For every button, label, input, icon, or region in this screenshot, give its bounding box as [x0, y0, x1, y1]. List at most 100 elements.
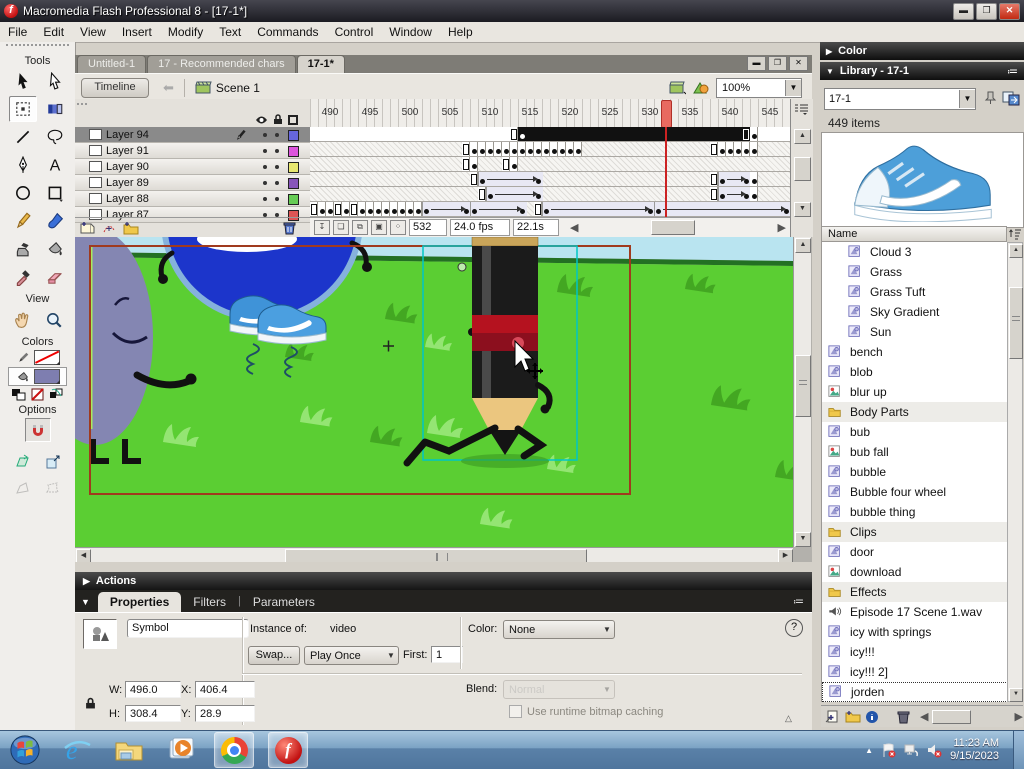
stage-vscroll-thumb[interactable]: [795, 355, 811, 417]
gradient-transform-tool-icon[interactable]: [41, 96, 69, 122]
pencil-tool-icon[interactable]: [9, 208, 37, 234]
library-item[interactable]: bench: [822, 342, 1008, 362]
snap-to-objects-magnet-icon[interactable]: [24, 418, 51, 442]
new-library-panel-icon[interactable]: [1002, 90, 1020, 106]
actions-panel-bar[interactable]: ▶ Actions: [75, 572, 812, 590]
document-tab[interactable]: Untitled-1: [77, 55, 147, 73]
onion-skin-outlines-icon[interactable]: ⧉: [352, 220, 368, 235]
volume-muted-icon[interactable]: [927, 743, 942, 758]
timeline-frames-row[interactable]: [310, 127, 790, 142]
tab-parameters[interactable]: Parameters: [241, 592, 327, 612]
scene-label[interactable]: Scene 1: [216, 81, 260, 95]
width-field[interactable]: 496.0: [125, 681, 181, 698]
layer-outline-color-swatch[interactable]: [288, 146, 299, 157]
menu-view[interactable]: View: [72, 23, 114, 41]
library-item[interactable]: blob: [822, 362, 1008, 382]
elapsed-time-field[interactable]: 22.1s: [513, 219, 559, 236]
timeline-vscroll-thumb[interactable]: [794, 157, 811, 181]
layer-name[interactable]: Layer 88: [106, 193, 202, 205]
scroll-up-icon[interactable]: ▲: [1009, 244, 1023, 258]
tab-properties[interactable]: Properties: [97, 592, 182, 612]
layer-outline-color-swatch[interactable]: [288, 162, 299, 173]
document-tab[interactable]: 17 - Recommended chars: [147, 55, 296, 73]
taskbar-file-explorer-icon[interactable]: [110, 733, 148, 767]
chevron-down-icon[interactable]: ▼: [785, 79, 801, 96]
library-item[interactable]: icy!!! 2]: [822, 662, 1008, 682]
menu-modify[interactable]: Modify: [160, 23, 211, 41]
eyedropper-tool-icon[interactable]: [9, 264, 37, 290]
item-properties-info-icon[interactable]: [865, 710, 879, 724]
color-panel-header[interactable]: ▶ Color: [820, 42, 1024, 60]
layer-lock-dot[interactable]: [275, 165, 279, 169]
modify-onion-markers-icon[interactable]: ⁘: [390, 220, 406, 235]
panel-menu-icon[interactable]: ≔: [793, 595, 804, 608]
library-item[interactable]: bubble thing: [822, 502, 1008, 522]
layer-visibility-dot[interactable]: [263, 165, 267, 169]
timeline-hscroll-thumb[interactable]: [651, 220, 696, 235]
layer-visibility-dot[interactable]: [263, 181, 267, 185]
edit-symbols-icon[interactable]: [692, 80, 710, 95]
library-scrollbar[interactable]: ▲ ▼: [1007, 242, 1023, 702]
scroll-up-icon[interactable]: ▲: [795, 238, 811, 253]
back-arrow-icon[interactable]: ⬅: [163, 80, 174, 96]
insert-layer-folder-icon[interactable]: [123, 221, 139, 235]
scale-icon[interactable]: [40, 450, 66, 474]
scroll-left-icon[interactable]: ◀: [76, 549, 91, 563]
document-tab[interactable]: 17-1*: [296, 55, 345, 73]
timeline-frame-rows[interactable]: [310, 127, 790, 217]
selection-tool-icon[interactable]: [9, 68, 37, 94]
symbol-thumbnail-button[interactable]: [83, 619, 117, 649]
library-item[interactable]: Cloud 3: [822, 242, 1008, 262]
free-transform-tool-icon[interactable]: [8, 96, 37, 122]
close-button[interactable]: ✕: [999, 2, 1020, 20]
stage-horizontal-scrollbar[interactable]: ◀ ▶: [75, 547, 793, 563]
first-frame-field[interactable]: 1: [431, 646, 463, 663]
layer-name[interactable]: Layer 90: [106, 161, 202, 173]
panel-grip[interactable]: [6, 44, 69, 52]
layer-visibility-dot[interactable]: [263, 149, 267, 153]
panel-menu-icon[interactable]: ≔: [1007, 65, 1018, 78]
library-item[interactable]: bubble: [822, 462, 1008, 482]
library-item[interactable]: bub fall: [822, 442, 1008, 462]
timeline-frames-row[interactable]: [310, 142, 790, 157]
library-item[interactable]: bub: [822, 422, 1008, 442]
taskbar-media-player-icon[interactable]: [162, 733, 200, 767]
timeline-ruler[interactable]: 490 495 500 505 510 515 520 525 530 535 540 545: [310, 99, 790, 128]
text-tool-icon[interactable]: A: [41, 152, 69, 178]
menu-insert[interactable]: Insert: [114, 23, 160, 41]
library-item[interactable]: Sun: [822, 322, 1008, 342]
scroll-down-icon[interactable]: ▼: [794, 202, 811, 217]
layer-row[interactable]: Layer 88: [75, 191, 310, 207]
frame-view-menu-icon[interactable]: [794, 103, 809, 115]
collapse-down-icon[interactable]: ▼: [81, 597, 90, 607]
action-center-flag-icon[interactable]: [881, 743, 896, 758]
loop-mode-select[interactable]: Play Once ▼: [304, 646, 399, 665]
sort-order-icon[interactable]: [1007, 226, 1023, 242]
scroll-right-icon[interactable]: ▶: [778, 221, 786, 234]
brush-tool-icon[interactable]: [41, 208, 69, 234]
show-desktop-button[interactable]: [1013, 731, 1024, 769]
layer-row[interactable]: Layer 89: [75, 175, 310, 191]
black-white-colors-icon[interactable]: [11, 388, 26, 401]
scroll-down-icon[interactable]: ▼: [795, 532, 811, 547]
edit-multiple-frames-icon[interactable]: ▣: [371, 220, 387, 235]
rotate-skew-icon[interactable]: [10, 450, 36, 474]
delete-item-trash-icon[interactable]: [897, 710, 910, 724]
stage-area[interactable]: ▲ ▼ ◀ ▶: [75, 237, 812, 572]
center-frame-icon[interactable]: ↧: [314, 220, 330, 235]
layer-outline-color-swatch[interactable]: [288, 130, 299, 141]
paint-bucket-tool-icon[interactable]: [41, 236, 69, 262]
scroll-left-icon[interactable]: ◀: [570, 221, 578, 234]
stroke-color-swatch[interactable]: [33, 350, 60, 365]
menu-control[interactable]: Control: [327, 23, 382, 41]
library-item-selected[interactable]: jorden: [822, 682, 1008, 702]
scroll-left-icon[interactable]: ◀: [920, 710, 928, 723]
restore-button[interactable]: ❐: [976, 2, 997, 20]
outline-view-icon[interactable]: [288, 114, 298, 125]
playhead-handle[interactable]: [661, 100, 672, 128]
library-item[interactable]: Bubble four wheel: [822, 482, 1008, 502]
swap-button[interactable]: Swap...: [248, 646, 300, 665]
tray-clock[interactable]: 11:23 AM 9/15/2023: [950, 737, 1005, 763]
library-item[interactable]: icy!!!: [822, 642, 1008, 662]
menu-commands[interactable]: Commands: [249, 23, 326, 41]
